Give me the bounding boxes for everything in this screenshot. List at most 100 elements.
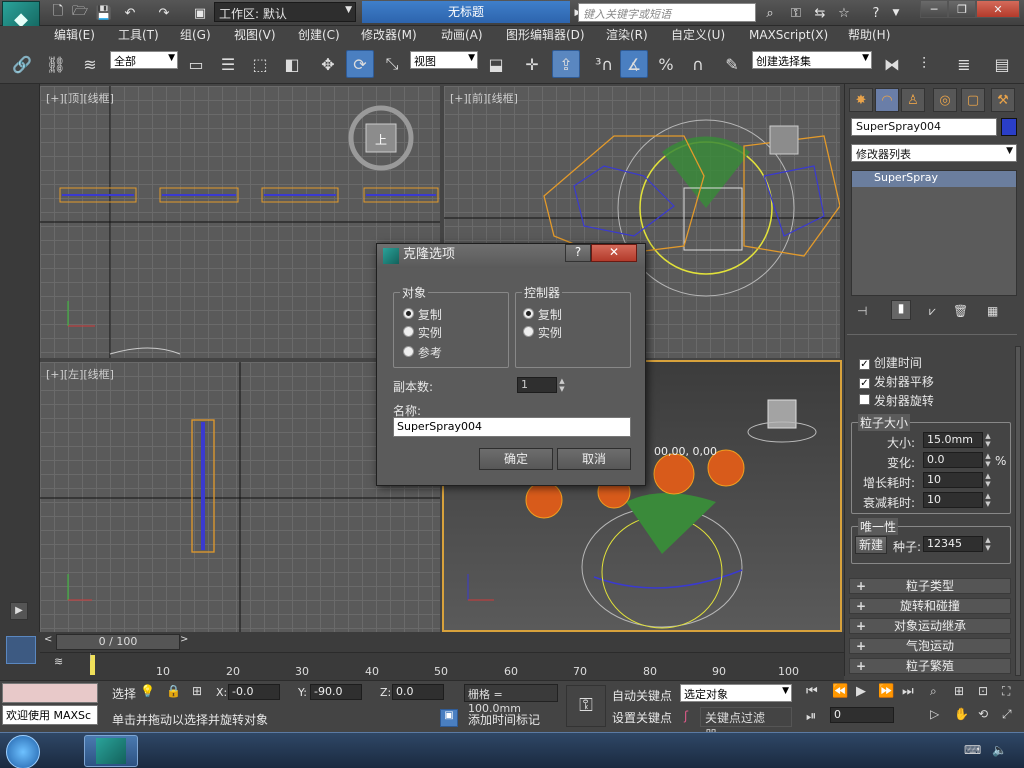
pivot-center-icon[interactable]: ⬓ — [482, 50, 510, 78]
windows-start-icon[interactable] — [6, 735, 40, 768]
modify-tab-icon[interactable]: ◠ — [875, 88, 899, 112]
auto-key-button[interactable]: 自动关键点 — [612, 687, 672, 704]
variation-spinner[interactable]: 0.0 — [923, 452, 983, 468]
dialog-help-button[interactable]: ? — [565, 244, 591, 262]
previous-frame-icon[interactable]: ⏪ — [832, 684, 848, 699]
fade-for-spinner[interactable]: 10 — [923, 492, 983, 508]
radio-controller-copy[interactable] — [523, 308, 534, 319]
select-manipulate-icon[interactable]: ✛ — [518, 50, 546, 78]
search-input[interactable]: 键入关键字或短语 — [578, 3, 756, 22]
hierarchy-tab-icon[interactable]: ♙ — [901, 88, 925, 112]
next-frame-icon[interactable]: ⏩ — [878, 684, 894, 699]
align-icon[interactable]: ⫶ — [910, 50, 938, 78]
isolate-icon[interactable]: 💡 — [140, 684, 155, 698]
spinner-arrows-icon[interactable]: ▲ ▼ — [983, 492, 993, 508]
angle-snap-icon[interactable]: ∡ — [620, 50, 648, 78]
menu-maxscript[interactable]: MAXScript(X) — [749, 26, 828, 44]
copies-spinner[interactable]: 1 — [517, 377, 557, 393]
spinner-arrows-icon[interactable]: ▲ ▼ — [983, 536, 993, 552]
go-to-start-icon[interactable]: ⏮ — [806, 684, 818, 699]
checkbox-emitter-translation[interactable]: ✓ — [859, 378, 870, 389]
zoom-extents-all-icon[interactable]: ⛶ — [1002, 684, 1010, 699]
checkbox-emitter-rotation[interactable] — [859, 394, 870, 405]
spinner-snap-icon[interactable]: ∩ — [684, 50, 712, 78]
rotate-icon[interactable]: ⟳ — [346, 50, 374, 78]
field-of-view-icon[interactable]: ▷ — [930, 707, 939, 721]
rollout-rotation-collision[interactable]: + 旋转和碰撞 — [849, 598, 1011, 614]
object-option-instance[interactable]: 实例 — [403, 324, 442, 341]
create-tab-icon[interactable]: ✸ — [849, 88, 873, 112]
zoom-all-icon[interactable]: ⊞ — [954, 684, 964, 698]
named-selection-dropdown[interactable]: 创建选择集 ▼ — [752, 51, 872, 69]
key-tool-icon[interactable]: ⚿ — [786, 3, 806, 23]
menu-modifiers[interactable]: 修改器(M) — [361, 26, 417, 44]
menu-view[interactable]: 视图(V) — [234, 26, 276, 44]
absolute-mode-icon[interactable]: ⊞ — [192, 684, 202, 698]
link-icon[interactable]: 🔗 — [8, 50, 36, 78]
grow-for-spinner[interactable]: 10 — [923, 472, 983, 488]
checkbox-create-time[interactable]: ✓ — [859, 359, 870, 370]
minimize-button[interactable]: ─ — [920, 0, 948, 18]
key-selection-dropdown[interactable]: 选定对象 ▼ — [680, 684, 792, 702]
undo-icon[interactable]: ↶ — [120, 3, 140, 23]
check-row-2[interactable]: 发射器旋转 — [859, 392, 934, 409]
pin-stack-icon[interactable]: ⊣ — [857, 304, 867, 318]
play-arrow-icon[interactable]: ▶ — [10, 602, 28, 620]
mirror-icon[interactable]: ⧓ — [878, 50, 906, 78]
object-option-reference[interactable]: 参考 — [403, 344, 442, 361]
time-prev-icon[interactable]: < — [44, 634, 54, 650]
controller-option-instance[interactable]: 实例 — [523, 324, 562, 341]
menu-animation[interactable]: 动画(A) — [441, 26, 483, 44]
help-dropdown-icon[interactable]: ▼ — [886, 3, 906, 23]
modifier-stack[interactable]: SuperSpray — [851, 170, 1017, 296]
redo-icon[interactable]: ↷ — [154, 3, 174, 23]
play-icon[interactable]: ▶ — [856, 684, 866, 699]
percent-snap-icon[interactable]: % — [652, 50, 680, 78]
display-tab-icon[interactable]: ▢ — [961, 88, 985, 112]
reference-coordinate-dropdown[interactable]: 视图 ▼ — [410, 51, 478, 69]
maxscript-welcome-field[interactable]: 欢迎使用 MAXSc — [2, 705, 98, 725]
go-to-end-icon[interactable]: ⏭ — [902, 684, 914, 699]
move-icon[interactable]: ✥ — [314, 50, 342, 78]
layer-manager-icon[interactable]: ≣ — [950, 50, 978, 78]
check-row-1[interactable]: ✓ 发射器平移 — [859, 373, 934, 390]
track-bar[interactable]: ≋ 10 20 30 40 50 60 70 80 90 100 — [40, 652, 844, 680]
save-icon[interactable]: 💾 — [94, 3, 114, 23]
object-option-copy[interactable]: 复制 — [403, 306, 442, 323]
menu-edit[interactable]: 编辑(E) — [54, 26, 95, 44]
bind-space-warp-icon[interactable]: ≋ — [76, 50, 104, 78]
time-tag-icon[interactable]: ▣ — [440, 709, 458, 727]
x-coordinate-field[interactable]: -0.0 — [228, 684, 280, 700]
new-file-icon[interactable]: 🗋 — [48, 3, 68, 23]
radio-controller-instance[interactable] — [523, 326, 534, 337]
menu-group[interactable]: 组(G) — [180, 26, 211, 44]
maximize-viewport-icon[interactable]: ⤢ — [1002, 707, 1012, 722]
help-icon[interactable]: ? — [866, 3, 886, 23]
spinner-arrows-icon[interactable]: ▲ ▼ — [983, 432, 993, 448]
utilities-tab-icon[interactable]: ⚒ — [991, 88, 1015, 112]
menu-graph-editors[interactable]: 图形编辑器(D) — [506, 26, 585, 44]
menu-help[interactable]: 帮助(H) — [848, 26, 890, 44]
key-filters-button[interactable]: 关键点过滤器... — [700, 707, 792, 742]
controller-option-copy[interactable]: 复制 — [523, 306, 562, 323]
time-slider[interactable]: < 0 / 100 > — [40, 632, 844, 652]
set-key-button[interactable]: 设置关键点 — [612, 709, 672, 726]
selection-filter-dropdown[interactable]: 全部 ▼ — [110, 51, 178, 69]
spinner-arrows-icon[interactable]: ▲ ▼ — [983, 472, 993, 488]
viewcube-top-face[interactable]: 上 — [375, 133, 387, 147]
current-frame-field[interactable]: 0 — [830, 707, 894, 723]
favorites-star-icon[interactable]: ☆ — [834, 3, 854, 23]
modifier-list-dropdown[interactable]: 修改器列表 ▼ — [851, 144, 1017, 162]
viewport-layout-icon[interactable] — [6, 636, 36, 664]
spinner-arrows-icon[interactable]: ▲ ▼ — [983, 452, 993, 468]
workspace-dropdown[interactable]: 工作区: 默认 ▼ — [214, 2, 356, 22]
panel-scrollbar[interactable] — [1015, 346, 1021, 676]
object-name-field[interactable]: SuperSpray004 — [851, 118, 997, 136]
zoom-icon[interactable]: ⌕ — [930, 684, 937, 699]
time-slider-thumb[interactable]: 0 / 100 — [56, 634, 180, 650]
unlink-icon[interactable]: ⛓ — [42, 50, 70, 78]
menu-customize[interactable]: 自定义(U) — [671, 26, 725, 44]
spinner-arrows-icon[interactable]: ▲ ▼ — [557, 377, 567, 393]
keyboard-tray-icon[interactable]: ⌨ — [964, 743, 981, 757]
radio-reference[interactable] — [403, 346, 414, 357]
